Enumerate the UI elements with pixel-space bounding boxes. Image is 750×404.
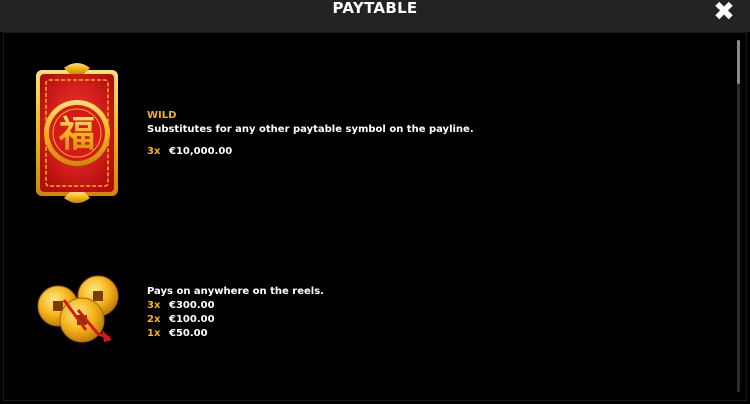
payout-row: 2x €100.00 xyxy=(147,313,324,327)
scrollbar[interactable] xyxy=(737,40,740,392)
payout-multiplier: 2x xyxy=(147,314,161,325)
payout-row: 3x €300.00 xyxy=(147,299,324,313)
scatter-info: Pays on anywhere on the reels. 3x €300.0… xyxy=(147,285,324,341)
close-icon[interactable]: ✖ xyxy=(713,0,735,27)
payout-amount: €50.00 xyxy=(169,328,208,339)
wild-fu-symbol-icon: 福 xyxy=(34,58,120,208)
svg-text:福: 福 xyxy=(58,114,95,155)
payout-row: 3x €10,000.00 xyxy=(147,145,474,159)
payout-multiplier: 3x xyxy=(147,146,161,157)
page-title: PAYTABLE xyxy=(332,0,418,17)
scrollbar-thumb[interactable] xyxy=(737,40,740,84)
close-button[interactable]: ✖ xyxy=(710,0,738,26)
payout-multiplier: 3x xyxy=(147,300,161,311)
symbol-description: Pays on anywhere on the reels. xyxy=(147,286,324,297)
gold-coins-scatter-icon xyxy=(34,270,120,344)
payout-multiplier: 1x xyxy=(147,328,161,339)
symbol-description: Substitutes for any other paytable symbo… xyxy=(147,124,474,135)
payout-amount: €300.00 xyxy=(169,300,215,311)
symbol-name: WILD xyxy=(147,110,177,121)
payout-amount: €10,000.00 xyxy=(169,146,233,157)
payout-row: 1x €50.00 xyxy=(147,327,324,341)
payout-amount: €100.00 xyxy=(169,314,215,325)
wild-info: WILD Substitutes for any other paytable … xyxy=(147,109,474,159)
